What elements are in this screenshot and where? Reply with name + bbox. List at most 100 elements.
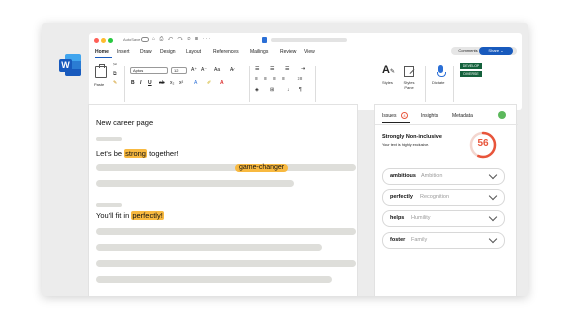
grow-font-icon[interactable]: A⁺: [191, 67, 197, 73]
score-value: 56: [477, 138, 489, 149]
tab-review[interactable]: Review: [280, 49, 296, 55]
suggestion-word: ambitious: [390, 173, 416, 179]
indent-icon[interactable]: ⇥: [301, 66, 305, 72]
suggestion-card[interactable]: foster Family: [382, 232, 505, 249]
font-color-icon[interactable]: A: [220, 80, 224, 86]
cut-icon[interactable]: ✂: [113, 62, 117, 68]
tab-layout[interactable]: Layout: [186, 49, 201, 55]
align-right-icon[interactable]: ≡: [273, 76, 276, 82]
line-spacing-icon[interactable]: ↕≡: [297, 76, 302, 82]
flagged-word[interactable]: strong: [124, 149, 147, 158]
tab-view[interactable]: View: [304, 49, 315, 55]
suggestion-card[interactable]: helps Humility: [382, 210, 505, 227]
addin-diverse-button[interactable]: DIVERSE: [460, 71, 482, 77]
format-painter-icon[interactable]: ✎: [113, 80, 117, 86]
suggestion-category: Humility: [411, 215, 431, 221]
rating-subtitle: Your text is highly exclusive.: [382, 143, 430, 147]
chevron-down-icon[interactable]: [488, 212, 498, 222]
font-size-select[interactable]: 12: [171, 67, 187, 74]
highlight-icon[interactable]: ✐: [207, 80, 211, 86]
flagged-word[interactable]: perfectly!: [131, 211, 164, 220]
tab-issues[interactable]: Issues: [382, 113, 396, 119]
title-bar: AutoSave ⌂ ⎙ ↶ ↷ ⊘ ⊞ ···: [89, 33, 522, 47]
suggestion-category: Recognition: [420, 194, 450, 200]
tab-design[interactable]: Design: [160, 49, 176, 55]
suggestion-card[interactable]: ambitious Ambition: [382, 168, 505, 185]
borders-icon[interactable]: ⊞: [270, 87, 274, 93]
tab-metadata[interactable]: Metadata: [452, 113, 473, 119]
chevron-down-icon[interactable]: [488, 191, 498, 201]
font-name-select[interactable]: Aptos: [130, 67, 168, 74]
subscript-icon[interactable]: x₂: [170, 80, 174, 86]
bullets-icon[interactable]: ☰: [255, 66, 259, 72]
styles-label: Styles: [382, 80, 393, 85]
placeholder-bar: [96, 228, 356, 235]
paste-icon[interactable]: [95, 64, 107, 78]
placeholder-bar: [96, 276, 332, 283]
inclusivity-panel: Issues 4 Insights Metadata Strongly Non-…: [374, 104, 518, 296]
styles-pane-label: Styles Pane: [403, 80, 415, 90]
close-icon[interactable]: [94, 38, 99, 43]
document-page[interactable]: New career page Let's be strong together…: [88, 104, 358, 296]
tab-references[interactable]: References: [213, 49, 239, 55]
shrink-font-icon[interactable]: A⁻: [201, 67, 207, 73]
styles-pane-icon[interactable]: [404, 66, 414, 77]
underline-icon[interactable]: U: [148, 80, 152, 86]
status-indicator: [498, 111, 506, 119]
document-title: New career page: [96, 118, 154, 127]
suggestion-category: Family: [411, 237, 428, 243]
ribbon: Paste ✂ ⧉ ✎ Aptos 12 A⁺ A⁻ Aa A̷ B I U a…: [89, 60, 522, 110]
multilevel-list-icon[interactable]: ☰: [285, 66, 289, 72]
placeholder-bar: [96, 137, 122, 141]
flagged-word-chip[interactable]: game-changer: [235, 164, 289, 172]
placeholder-bar: [96, 180, 294, 187]
document-icon: [262, 37, 267, 43]
minimize-icon[interactable]: [101, 38, 106, 43]
chevron-down-icon[interactable]: [488, 170, 498, 180]
styles-icon[interactable]: A✎: [382, 64, 395, 76]
placeholder-bar: [96, 203, 122, 207]
placeholder-bar: [96, 164, 356, 171]
numbering-icon[interactable]: ☰: [270, 66, 274, 72]
shading-icon[interactable]: ◈: [255, 87, 259, 93]
chevron-down-icon[interactable]: [488, 234, 498, 244]
copy-icon[interactable]: ⧉: [113, 71, 117, 77]
tab-home[interactable]: Home: [95, 49, 109, 55]
align-center-icon[interactable]: ≡: [264, 76, 267, 82]
align-left-icon[interactable]: ≡: [255, 76, 258, 82]
share-button[interactable]: Share ⌄: [479, 47, 513, 55]
text-effects-icon[interactable]: A: [194, 80, 197, 86]
app-frame: AutoSave ⌂ ⎙ ↶ ↷ ⊘ ⊞ ··· Home Insert Dra…: [42, 23, 528, 296]
ribbon-divider: [249, 66, 250, 102]
ribbon-divider: [124, 66, 125, 102]
ribbon-divider: [315, 66, 316, 102]
clear-formatting-icon[interactable]: A̷: [230, 67, 233, 73]
superscript-icon[interactable]: x²: [179, 80, 183, 86]
autosave-toggle[interactable]: [141, 37, 149, 42]
quick-access-toolbar[interactable]: ⌂ ⎙ ↶ ↷ ⊘ ⊞ ···: [152, 36, 212, 42]
microphone-icon[interactable]: [437, 65, 446, 77]
paste-label: Paste: [94, 82, 105, 87]
tab-insert[interactable]: Insert: [117, 49, 130, 55]
active-tab-indicator: [382, 122, 410, 123]
dictate-label: Dictate: [432, 80, 445, 85]
tab-draw[interactable]: Draw: [140, 49, 152, 55]
suggestion-word: helps: [390, 215, 405, 221]
justify-icon[interactable]: ≡: [282, 76, 285, 82]
tab-mailings[interactable]: Mailings: [250, 49, 268, 55]
sort-icon[interactable]: ↓: [287, 87, 290, 93]
suggestion-card[interactable]: perfectly Recognition: [382, 189, 505, 206]
tab-insights[interactable]: Insights: [421, 113, 438, 119]
strikethrough-icon[interactable]: ab: [159, 80, 165, 86]
change-case-icon[interactable]: Aa: [214, 67, 220, 73]
suggestion-word: perfectly: [390, 194, 413, 200]
autosave-label: AutoSave: [123, 37, 141, 42]
maximize-icon[interactable]: [108, 38, 113, 43]
issue-count-badge: 4: [401, 112, 408, 119]
panel-divider: [375, 124, 518, 125]
bold-icon[interactable]: B: [131, 80, 135, 86]
document-line-1: Let's be strong together!: [96, 149, 179, 158]
show-marks-icon[interactable]: ¶: [299, 87, 302, 93]
italic-icon[interactable]: I: [140, 80, 141, 86]
addin-develop-button[interactable]: DEVELOP: [460, 63, 482, 69]
